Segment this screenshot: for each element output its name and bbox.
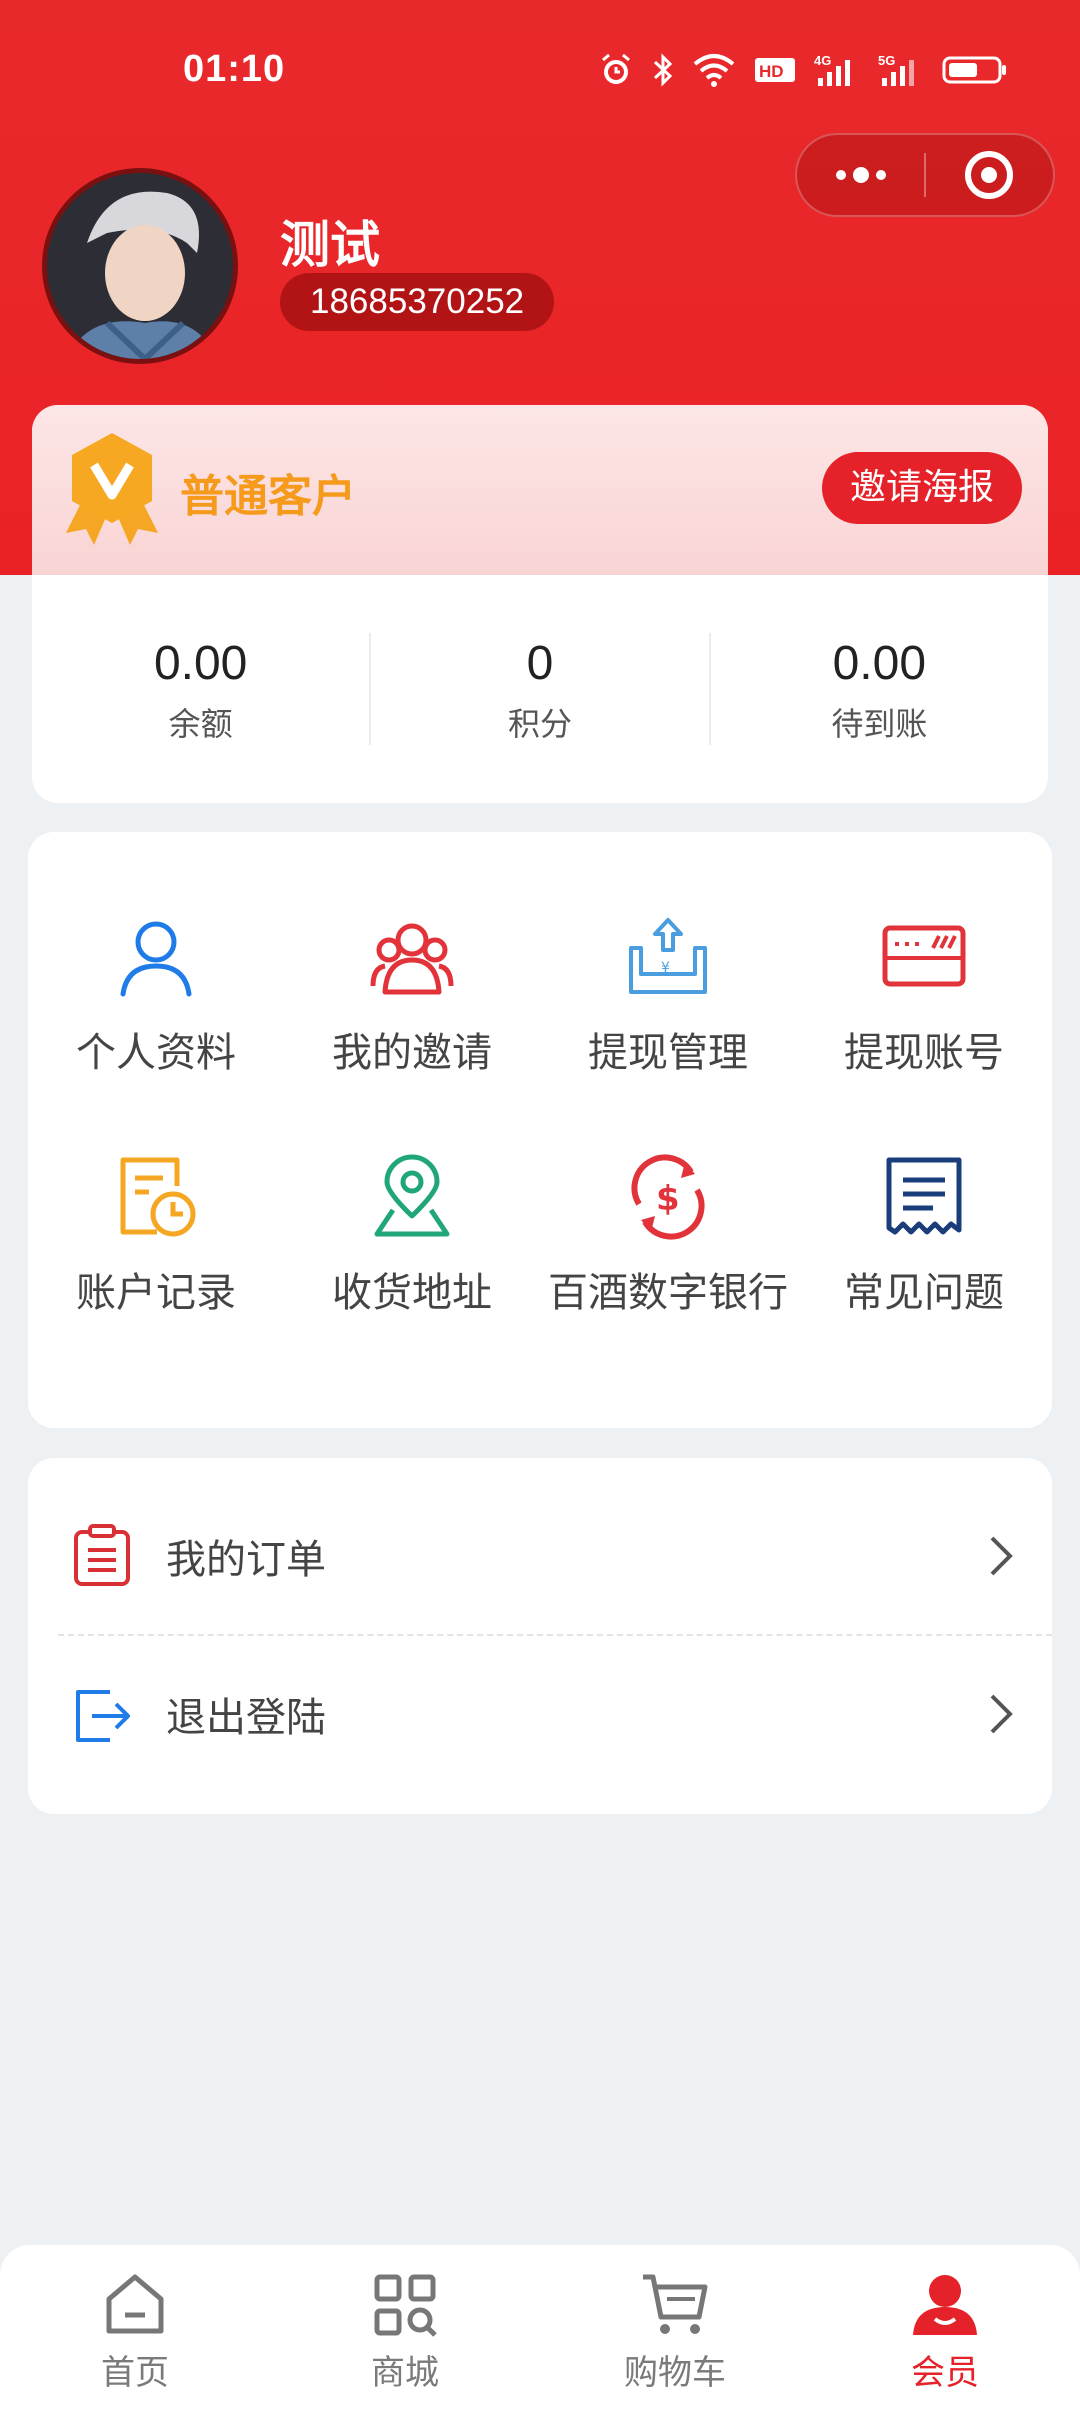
target-icon bbox=[965, 151, 1014, 199]
stats-row: 0.00 余额 0 积分 0.00 待到账 bbox=[32, 605, 1048, 775]
stat-value: 0 bbox=[526, 636, 554, 690]
member-level-banner: 普通客户 邀请海报 bbox=[32, 405, 1048, 575]
svg-text:4G: 4G bbox=[814, 53, 831, 68]
record-icon bbox=[120, 1157, 196, 1237]
stat-label: 积分 bbox=[507, 704, 572, 743]
tab-cart[interactable]: 购物车 bbox=[540, 2245, 810, 2412]
grid-item-withdraw-account[interactable]: 提现账号 bbox=[796, 914, 1052, 1084]
list-item-label: 我的订单 bbox=[166, 1537, 326, 1583]
card-icon bbox=[882, 925, 966, 987]
status-icons: HD 4G 5G bbox=[598, 50, 1008, 90]
home-icon bbox=[106, 2274, 164, 2334]
cart-icon bbox=[643, 2274, 708, 2334]
function-grid: 个人资料 我的邀请 ¥ 提现管理 提现账号 账户记录 收货地址 $ 百酒数字银行… bbox=[28, 832, 1052, 1428]
status-bar: 01:10 HD 4G 5G bbox=[0, 0, 1080, 140]
grid-item-faq[interactable]: 常见问题 bbox=[796, 1154, 1052, 1324]
alarm-icon bbox=[602, 53, 630, 84]
tab-label: 购物车 bbox=[624, 2353, 726, 2393]
location-icon bbox=[374, 1154, 450, 1237]
list-item-label: 退出登陆 bbox=[166, 1695, 326, 1741]
tab-home[interactable]: 首页 bbox=[0, 2245, 270, 2412]
member-level-label: 普通客户 bbox=[180, 471, 356, 522]
grid-item-label: 提现账号 bbox=[844, 1030, 1004, 1076]
stat-balance[interactable]: 0.00 余额 bbox=[32, 605, 369, 775]
withdraw-icon: ¥ bbox=[629, 918, 707, 994]
close-miniprogram-button[interactable] bbox=[926, 135, 1053, 215]
svg-text:HD: HD bbox=[759, 62, 784, 81]
member-icon bbox=[913, 2275, 977, 2335]
grid-item-label: 收货地址 bbox=[332, 1270, 492, 1316]
grid-item-account-records[interactable]: 账户记录 bbox=[28, 1154, 284, 1324]
user-phone: 18685370252 bbox=[280, 273, 555, 331]
grid-item-address[interactable]: 收货地址 bbox=[284, 1154, 540, 1324]
grid-item-label: 我的邀请 bbox=[332, 1030, 492, 1076]
member-card: 普通客户 邀请海报 0.00 余额 0 积分 0.00 待到账 bbox=[32, 405, 1048, 803]
mall-icon bbox=[374, 2274, 437, 2337]
tab-label: 会员 bbox=[911, 2353, 979, 2393]
bottom-tab-bar: 首页 商城 购物车 会员 bbox=[0, 2245, 1080, 2412]
grid-item-withdraw-management[interactable]: ¥ 提现管理 bbox=[540, 914, 796, 1084]
avatar-image bbox=[47, 173, 233, 359]
avatar[interactable] bbox=[42, 168, 238, 364]
order-icon bbox=[74, 1524, 130, 1586]
more-dots-icon bbox=[835, 167, 886, 183]
status-time: 01:10 bbox=[183, 48, 286, 90]
logout-icon bbox=[76, 1690, 130, 1742]
group-icon bbox=[370, 923, 454, 995]
battery-icon bbox=[942, 56, 1006, 84]
grid-item-invites[interactable]: 我的邀请 bbox=[284, 914, 540, 1084]
tab-mall[interactable]: 商城 bbox=[270, 2245, 540, 2412]
tab-label: 商城 bbox=[371, 2353, 439, 2393]
invite-poster-button[interactable]: 邀请海报 bbox=[822, 452, 1022, 524]
stat-pending[interactable]: 0.00 待到账 bbox=[711, 605, 1048, 775]
bluetooth-icon bbox=[653, 53, 673, 87]
svg-text:$: $ bbox=[656, 1179, 680, 1219]
grid-item-label: 个人资料 bbox=[76, 1030, 236, 1076]
stat-value: 0.00 bbox=[153, 636, 248, 690]
list-item-my-orders[interactable]: 我的订单 bbox=[28, 1478, 1052, 1634]
tab-label: 首页 bbox=[101, 2353, 169, 2393]
menu-list: 我的订单 退出登陆 bbox=[28, 1458, 1052, 1814]
tab-member[interactable]: 会员 bbox=[810, 2245, 1080, 2412]
grid-item-label: 百酒数字银行 bbox=[548, 1270, 788, 1316]
signal-4g-icon: 4G bbox=[814, 53, 850, 86]
miniprogram-capsule bbox=[795, 133, 1055, 217]
stat-value: 0.00 bbox=[832, 636, 927, 690]
more-button[interactable] bbox=[797, 135, 924, 215]
svg-text:¥: ¥ bbox=[661, 960, 670, 976]
grid-item-profile[interactable]: 个人资料 bbox=[28, 914, 284, 1084]
grid-item-label: 常见问题 bbox=[844, 1270, 1004, 1316]
chevron-right-icon bbox=[990, 1694, 1013, 1734]
exchange-icon: $ bbox=[631, 1154, 705, 1240]
svg-text:5G: 5G bbox=[878, 53, 895, 68]
hd-icon: HD bbox=[755, 58, 795, 82]
user-icon bbox=[120, 921, 192, 997]
list-item-logout[interactable]: 退出登陆 bbox=[28, 1636, 1052, 1792]
grid-item-digital-bank[interactable]: $ 百酒数字银行 bbox=[540, 1154, 796, 1324]
wifi-icon bbox=[693, 54, 735, 87]
grid-item-label: 账户记录 bbox=[76, 1270, 236, 1316]
stat-label: 待到账 bbox=[831, 704, 928, 743]
receipt-icon bbox=[886, 1157, 962, 1235]
vip-badge-icon bbox=[66, 433, 158, 545]
stat-points[interactable]: 0 积分 bbox=[371, 605, 708, 775]
signal-5g-icon: 5G bbox=[878, 53, 914, 86]
stat-label: 余额 bbox=[168, 704, 233, 743]
user-name: 测试 bbox=[280, 216, 380, 274]
grid-item-label: 提现管理 bbox=[588, 1030, 748, 1076]
chevron-right-icon bbox=[990, 1536, 1013, 1576]
